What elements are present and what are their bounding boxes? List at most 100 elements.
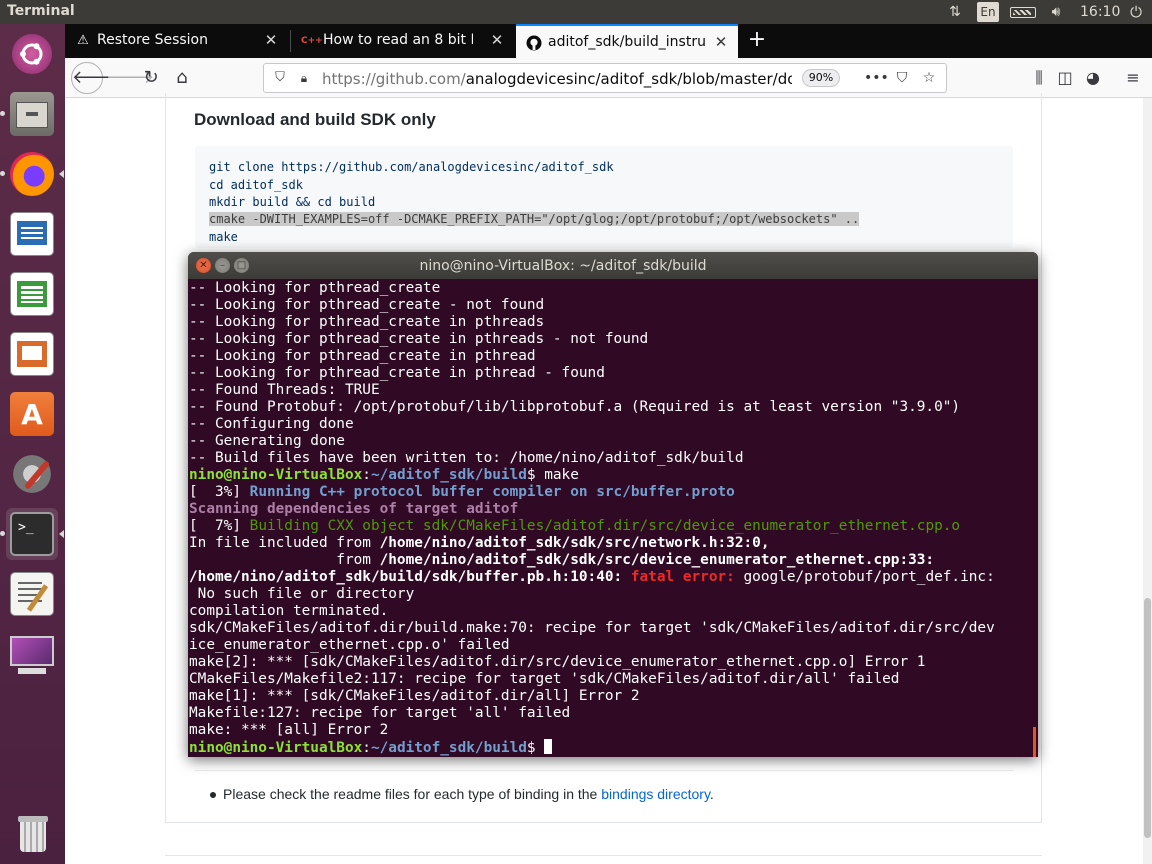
output-line: Makefile:127: recipe for target 'all' fa… [189,705,571,721]
output-line: compilation terminated. [189,603,389,619]
ubuntu-dash-button[interactable] [6,28,58,80]
volume-icon[interactable]: 🔊︎ [1045,3,1067,21]
calc-spreadsheet-icon [10,272,54,316]
code-line: mkdir build && cd build [209,195,376,209]
output-line: ice_enumerator_ethernet.cpp.o' failed [189,637,510,653]
output-line: [ 3%] Running C++ protocol buffer compil… [189,484,735,500]
launcher: A >_ [0,24,65,864]
clock[interactable]: 16:10 [1080,3,1120,21]
software-bag-icon: A [10,392,54,436]
bindings-paragraph: Please check the readme files for each t… [223,786,714,802]
url-text[interactable]: https://github.com/analogdevicesinc/adit… [322,70,792,88]
tab-title: aditof_sdk/build_instruc [548,34,706,50]
terminal-output[interactable]: -- Looking for pthread_create -- Looking… [188,279,1038,757]
scrollbar-thumb[interactable] [1144,598,1151,838]
pocket-icon[interactable]: ⛉ [893,69,911,87]
output-line: No such file or directory [189,586,415,602]
tab-8bit-raw[interactable]: C++ How to read an 8 bit Rav ✕ [291,24,514,58]
libreoffice-writer-launcher[interactable] [6,208,58,260]
url-bar[interactable]: ⛉ 🔒︎ https://github.com/analogdevicesinc… [263,63,947,93]
page-actions-icon[interactable]: ••• [864,69,889,87]
text-editor-launcher[interactable] [6,568,58,620]
tab-title: How to read an 8 bit Rav [323,32,473,48]
output-line: -- Looking for pthread_create in pthread [189,348,536,364]
text-editor-pencil-icon [10,572,54,616]
terminal-prompt-icon: >_ [10,512,54,556]
output-line: In file included from /home/nino/aditof_… [189,535,770,551]
file-cabinet-icon [10,92,54,136]
top-panel: Terminal ⇅ En 🔊︎ 16:10 ⏻ [0,0,1152,24]
tab-bar: ⚠ Restore Session ✕ C++ How to read an 8… [65,24,1152,58]
navigation-toolbar: 🡐 🡒 ↻ ⌂ ⛉ 🔒︎ https://github.com/analogde… [65,58,1152,98]
output-line: CMakeFiles/Makefile2:117: recipe for tar… [189,671,900,687]
output-line: make[2]: *** [sdk/CMakeFiles/aditof.dir/… [189,654,926,670]
lock-icon[interactable]: 🔒︎ [296,70,312,86]
library-icon[interactable]: ⫼ [1025,64,1053,92]
section-heading: Download and build SDK only [194,110,436,129]
divider [195,770,1013,771]
forward-button[interactable]: 🡒 [106,64,154,92]
error-line: /home/nino/aditof_sdk/build/sdk/buffer.p… [189,569,995,585]
reload-button[interactable]: ↻ [137,64,165,92]
prompt-line[interactable]: nino@nino-VirtualBox:~/aditof_sdk/build$ [189,739,553,757]
libreoffice-impress-launcher[interactable] [6,328,58,380]
account-icon[interactable]: ◕ [1079,64,1107,92]
files-launcher[interactable] [0,88,58,140]
output-line: -- Found Threads: TRUE [189,382,380,398]
bindings-directory-link[interactable]: bindings directory [601,786,710,802]
settings-gear-icon [10,452,54,496]
terminal-titlebar[interactable]: ✕ – □ nino@nino-VirtualBox: ~/aditof_sdk… [188,252,1038,279]
ubuntu-software-launcher[interactable]: A [6,388,58,440]
terminal-launcher[interactable]: >_ [0,508,64,560]
terminal-title: nino@nino-VirtualBox: ~/aditof_sdk/build [419,258,707,274]
home-button[interactable]: ⌂ [168,64,196,92]
network-icon[interactable]: ⇅ [944,3,966,21]
back-button[interactable]: 🡐 [71,62,120,94]
sidebar-icon[interactable]: ◫ [1051,64,1079,92]
zoom-indicator[interactable]: 90% [802,69,840,87]
trash-launcher[interactable] [6,806,58,858]
trash-icon [10,810,54,854]
code-line-selected: cmake -DWITH_EXAMPLES=off -DCMAKE_PREFIX… [209,212,860,226]
monitor-icon [10,632,54,676]
output-line: [ 7%] Building CXX object sdk/CMakeFiles… [189,518,961,534]
power-icon[interactable]: ⏻ [1126,3,1146,21]
prompt-user-host: nino@nino-VirtualBox [189,740,363,756]
libreoffice-calc-launcher[interactable] [6,268,58,320]
output-line: sdk/CMakeFiles/aditof.dir/build.make:70:… [189,620,995,636]
cplusplus-icon: C++ [301,36,323,46]
output-line: -- Looking for pthread_create [189,280,441,296]
close-icon[interactable]: ✕ [488,31,506,49]
firefox-launcher[interactable] [0,148,64,200]
writer-document-icon [10,212,54,256]
tab-title: Restore Session [97,32,208,48]
prompt-path: ~/aditof_sdk/build [370,740,527,756]
prompt-user-host: nino@nino-VirtualBox [189,467,363,483]
output-line: make: *** [all] Error 2 [189,722,389,738]
tab-restore-session[interactable]: ⚠ Restore Session ✕ [65,24,288,58]
battery-icon[interactable] [1010,7,1036,18]
output-line: -- Looking for pthread_create in pthread… [189,365,605,381]
terminal-scroll-indicator[interactable] [1033,727,1036,757]
code-line: git clone https://github.com/analogdevic… [209,160,614,174]
impress-presentation-icon [10,332,54,376]
tracking-shield-icon[interactable]: ⛉ [272,70,288,86]
system-settings-launcher[interactable] [6,448,58,500]
tab-github-build-instructions[interactable]: aditof_sdk/build_instruc ✕ [516,24,738,58]
page-scrollbar[interactable] [1143,98,1152,864]
new-tab-button[interactable]: + [745,29,769,53]
github-icon [526,35,542,51]
menu-icon[interactable]: ≡ [1119,64,1147,92]
code-line: cd aditof_sdk [209,178,303,192]
terminal-window[interactable]: ✕ – □ nino@nino-VirtualBox: ~/aditof_sdk… [188,252,1038,757]
output-line: make[1]: *** [sdk/CMakeFiles/aditof.dir/… [189,688,640,704]
keyboard-language-indicator[interactable]: En [977,2,999,22]
output-line: -- Build files have been written to: /ho… [189,450,744,466]
close-icon[interactable]: ✕ [712,33,730,51]
code-line: make [209,230,238,244]
close-icon[interactable]: ✕ [262,31,280,49]
bookmark-star-icon[interactable]: ☆ [920,69,938,87]
prompt-path: ~/aditof_sdk/build [370,467,527,483]
display-launcher[interactable] [6,628,58,680]
output-line: from /home/nino/aditof_sdk/sdk/src/devic… [189,552,935,568]
